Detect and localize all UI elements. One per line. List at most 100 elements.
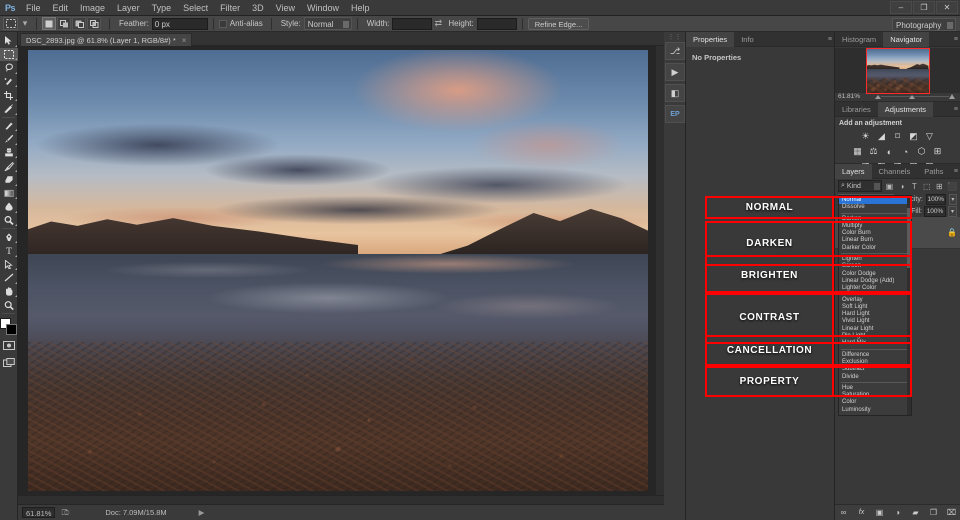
navigator-thumbnail-area[interactable] <box>835 48 960 93</box>
document-tab[interactable]: DSC_2893.jpg @ 61.8% (Layer 1, RGB/8#) *… <box>20 33 192 46</box>
layer-filter-kind-select[interactable]: ⌕ Kind <box>838 180 882 192</box>
swap-width-height-icon[interactable]: ⇄ <box>432 18 444 30</box>
history-brush-tool[interactable] <box>0 159 18 173</box>
hand-tool[interactable] <box>0 285 18 299</box>
new-selection-button[interactable] <box>42 17 56 30</box>
add-to-selection-button[interactable] <box>57 17 71 30</box>
navigator-thumbnail[interactable] <box>867 49 929 93</box>
zoom-out-icon[interactable] <box>875 95 881 99</box>
filter-shape-layers-icon[interactable]: ⬚ <box>922 181 931 192</box>
tab-navigator[interactable]: Navigator <box>883 32 929 47</box>
filter-adjustment-layers-icon[interactable]: ◑ <box>897 181 906 192</box>
lasso-tool[interactable] <box>0 61 18 75</box>
dodge-tool[interactable] <box>0 214 18 228</box>
canvas-vertical-scrollbar[interactable] <box>655 46 664 504</box>
menu-layer[interactable]: Layer <box>111 0 146 16</box>
rectangular-marquee-tool[interactable] <box>0 48 18 62</box>
dock-grip-icon[interactable]: ⋮⋮ <box>664 34 685 40</box>
rectangle-shape-tool[interactable] <box>0 271 18 285</box>
new-group-icon[interactable]: ▰ <box>910 507 921 518</box>
canvas-horizontal-scrollbar[interactable] <box>18 495 664 504</box>
actions-panel-button[interactable]: ▶ <box>665 63 685 81</box>
layers-panel-menu-icon[interactable]: ≡ <box>954 168 957 175</box>
zoom-tool[interactable] <box>0 298 18 312</box>
tab-info[interactable]: Info <box>734 32 761 47</box>
navigator-panel-menu-icon[interactable]: ≡ <box>954 36 957 43</box>
color-swatches[interactable] <box>0 318 17 335</box>
intersect-selection-button[interactable] <box>87 17 101 30</box>
tool-preset-picker[interactable] <box>3 17 18 30</box>
status-expand-icon[interactable]: ▶ <box>199 508 205 517</box>
filter-smart-objects-icon[interactable]: ⊞ <box>935 181 944 192</box>
height-input[interactable] <box>477 18 517 30</box>
tab-properties[interactable]: Properties <box>686 32 734 47</box>
move-tool[interactable] <box>0 34 18 48</box>
menu-file[interactable]: File <box>20 0 47 16</box>
brush-tool[interactable] <box>0 132 18 146</box>
tab-libraries[interactable]: Libraries <box>835 102 878 117</box>
adjustments-panel-menu-icon[interactable]: ≡ <box>954 106 957 113</box>
restore-button[interactable]: ❐ <box>913 1 935 14</box>
spot-healing-brush-tool[interactable] <box>0 119 18 133</box>
adjustments-panel-button[interactable]: ◧ <box>665 84 685 102</box>
eraser-tool[interactable] <box>0 173 18 187</box>
zoom-in-icon[interactable] <box>949 94 955 99</box>
refine-edge-button[interactable]: Refine Edge... <box>528 18 590 30</box>
fill-value[interactable]: 100% <box>924 206 946 217</box>
menu-filter[interactable]: Filter <box>214 0 246 16</box>
filter-pixel-layers-icon[interactable]: ▣ <box>885 181 894 192</box>
close-button[interactable]: ✕ <box>936 1 958 14</box>
menu-edit[interactable]: Edit <box>47 0 75 16</box>
subtract-from-selection-button[interactable] <box>72 17 86 30</box>
color-balance-icon[interactable]: ⚖ <box>868 146 879 157</box>
clone-stamp-tool[interactable] <box>0 146 18 160</box>
black-white-icon[interactable]: ◐ <box>884 146 895 157</box>
filter-toggle-icon[interactable]: ⬛ <box>947 181 957 192</box>
menu-type[interactable]: Type <box>146 0 178 16</box>
history-panel-button[interactable]: ⎇ <box>665 42 685 60</box>
minimize-button[interactable]: – <box>890 1 912 14</box>
blend-mode-option[interactable]: Color <box>839 399 911 406</box>
quick-mask-mode-button[interactable] <box>0 339 18 353</box>
blur-tool[interactable] <box>0 200 18 214</box>
menu-help[interactable]: Help <box>345 0 376 16</box>
channel-mixer-icon[interactable]: ⬡ <box>916 146 927 157</box>
tab-layers[interactable]: Layers <box>835 164 872 179</box>
filter-type-layers-icon[interactable]: T <box>910 181 919 192</box>
screen-mode-button[interactable] <box>0 355 18 369</box>
close-document-icon[interactable]: × <box>182 36 187 45</box>
crop-tool[interactable] <box>0 88 18 102</box>
navigator-zoom-value[interactable]: 61.81% <box>838 93 860 100</box>
quick-selection-tool[interactable] <box>0 75 18 89</box>
tab-histogram[interactable]: Histogram <box>835 32 883 47</box>
brightness-contrast-icon[interactable]: ☀ <box>860 131 871 142</box>
new-fill-adjustment-icon[interactable]: ◑ <box>892 507 903 518</box>
canvas-area[interactable] <box>18 46 664 504</box>
menu-window[interactable]: Window <box>301 0 345 16</box>
layer-style-icon[interactable]: fx <box>856 507 867 518</box>
tab-adjustments[interactable]: Adjustments <box>878 102 933 117</box>
exposure-icon[interactable]: ◩ <box>908 131 919 142</box>
blend-mode-option[interactable]: Luminosity <box>839 407 911 414</box>
width-input[interactable] <box>392 18 432 30</box>
color-lookup-icon[interactable]: ⊞ <box>932 146 943 157</box>
properties-panel-menu-icon[interactable]: ≡ <box>828 36 831 43</box>
navigator-slider-thumb[interactable] <box>909 95 915 99</box>
style-select[interactable]: Normal <box>304 17 352 30</box>
vibrance-icon[interactable]: ▽ <box>924 131 935 142</box>
layer-mask-icon[interactable]: ▣ <box>874 507 885 518</box>
pen-tool[interactable] <box>0 230 18 244</box>
anti-alias-checkbox[interactable] <box>219 20 227 28</box>
levels-icon[interactable]: ◢ <box>876 131 887 142</box>
menu-select[interactable]: Select <box>177 0 214 16</box>
workspace-selector[interactable]: Photography <box>892 18 956 31</box>
menu-3d[interactable]: 3D <box>246 0 270 16</box>
status-zoom-level[interactable]: 61.81% <box>22 507 55 518</box>
fill-stepper[interactable]: ▾ <box>948 206 957 217</box>
background-color-swatch[interactable] <box>6 324 17 335</box>
tool-preset-chevron-icon[interactable]: ▾ <box>19 18 31 30</box>
navigator-zoom-slider[interactable] <box>875 94 955 99</box>
menu-view[interactable]: View <box>270 0 301 16</box>
horizontal-type-tool[interactable]: T <box>0 244 18 258</box>
photo-filter-icon[interactable]: ◔ <box>900 146 911 157</box>
